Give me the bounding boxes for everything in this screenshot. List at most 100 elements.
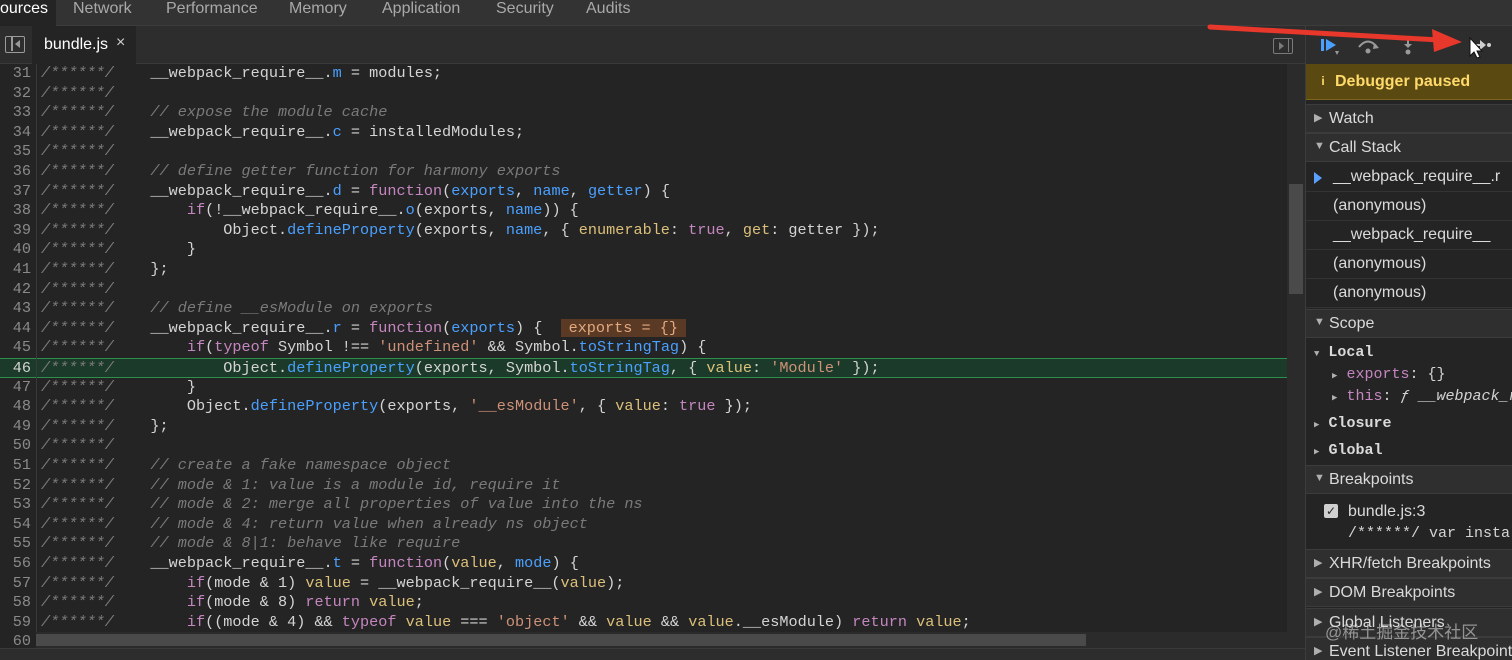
- code-line[interactable]: 31 /******/ __webpack_require__.m = modul…: [0, 64, 1305, 84]
- code-line[interactable]: 52 /******/ // mode & 1: value is a modul…: [0, 476, 1305, 496]
- call-frame[interactable]: __webpack_require__: [1306, 221, 1512, 250]
- line-number[interactable]: 57: [0, 574, 31, 594]
- call-frame[interactable]: (anonymous): [1306, 279, 1512, 308]
- line-number[interactable]: 54: [0, 515, 31, 535]
- tab-security[interactable]: Security: [496, 0, 554, 26]
- code-line[interactable]: 58 /******/ if(mode & 8) return value;: [0, 593, 1305, 613]
- code-line[interactable]: 48 /******/ Object.defineProperty(exports…: [0, 397, 1305, 417]
- code-line[interactable]: 49 /******/ };: [0, 417, 1305, 437]
- code-line[interactable]: 44 /******/ __webpack_require__.r = funct…: [0, 318, 1305, 339]
- line-number[interactable]: 55: [0, 534, 31, 554]
- code-line[interactable]: 41 /******/ };: [0, 260, 1305, 280]
- code-line[interactable]: 39 /******/ Object.defineProperty(exports…: [0, 221, 1305, 241]
- line-number[interactable]: 47: [0, 378, 31, 398]
- code-line[interactable]: 34 /******/ __webpack_require__.c = insta…: [0, 123, 1305, 143]
- tab-audits[interactable]: Audits: [586, 0, 630, 26]
- code-line[interactable]: 38 /******/ if(!__webpack_require__.o(exp…: [0, 201, 1305, 221]
- editor-tab-bundle-js[interactable]: bundle.js ×: [32, 26, 136, 64]
- code-line[interactable]: 37 /******/ __webpack_require__.d = funct…: [0, 182, 1305, 202]
- line-number[interactable]: 56: [0, 554, 31, 574]
- line-number[interactable]: 42: [0, 280, 31, 300]
- code-text: /******/ Object.defineProperty(exports, …: [41, 220, 880, 239]
- code-line[interactable]: 40 /******/ }: [0, 240, 1305, 260]
- resume-icon[interactable]: [1318, 34, 1342, 56]
- step-icon[interactable]: [1468, 34, 1492, 56]
- call-frame[interactable]: (anonymous): [1306, 250, 1512, 279]
- code-line[interactable]: 54 /******/ // mode & 4: return value whe…: [0, 515, 1305, 535]
- line-number[interactable]: 34: [0, 123, 31, 143]
- expand-arrow-icon: ▶: [1314, 645, 1323, 657]
- line-number[interactable]: 48: [0, 397, 31, 417]
- line-number[interactable]: 58: [0, 593, 31, 613]
- scope-var-exports[interactable]: ▶ exports: {}: [1332, 366, 1445, 383]
- section-dom-breakpoints[interactable]: ▶ DOM Breakpoints: [1306, 578, 1512, 607]
- code-line[interactable]: 32 /******/: [0, 84, 1305, 104]
- section-watch[interactable]: ▶ Watch: [1306, 104, 1512, 133]
- code-line[interactable]: 53 /******/ // mode & 2: merge all proper…: [0, 495, 1305, 515]
- horizontal-scrollbar-thumb[interactable]: [36, 634, 1086, 646]
- code-line[interactable]: 57 /******/ if(mode & 1) value = __webpac…: [0, 574, 1305, 594]
- tab-sources[interactable]: ources: [0, 0, 56, 26]
- code-text: /******/ // define __esModule on exports: [41, 299, 433, 318]
- code-line[interactable]: 33 /******/ // expose the module cache: [0, 103, 1305, 123]
- line-number[interactable]: 49: [0, 417, 31, 437]
- step-over-icon[interactable]: [1356, 34, 1380, 56]
- call-frame[interactable]: (anonymous): [1306, 192, 1512, 221]
- line-number[interactable]: 40: [0, 240, 31, 260]
- line-number[interactable]: 39: [0, 221, 31, 241]
- code-line-current[interactable]: 46 /******/ Object.defineProperty(exports…: [0, 358, 1305, 378]
- code-line[interactable]: 50 /******/: [0, 436, 1305, 456]
- code-line[interactable]: 59 /******/ if((mode & 4) && typeof value…: [0, 613, 1305, 633]
- breakpoint-location[interactable]: bundle.js:3: [1348, 503, 1425, 521]
- line-number[interactable]: 52: [0, 476, 31, 496]
- section-breakpoints[interactable]: ▼ Breakpoints: [1306, 465, 1512, 494]
- line-number[interactable]: 38: [0, 201, 31, 221]
- line-number[interactable]: 33: [0, 103, 31, 123]
- line-number[interactable]: 36: [0, 162, 31, 182]
- tab-application[interactable]: Application: [382, 0, 460, 26]
- step-into-icon[interactable]: [1396, 34, 1420, 56]
- code-line[interactable]: 35 /******/: [0, 142, 1305, 162]
- section-call-stack[interactable]: ▼ Call Stack: [1306, 133, 1512, 162]
- expand-arrow-icon: ▶: [1314, 616, 1323, 628]
- code-line[interactable]: 55 /******/ // mode & 8|1: behave like re…: [0, 534, 1305, 554]
- tab-memory[interactable]: Memory: [289, 0, 347, 26]
- code-line[interactable]: 51 /******/ // create a fake namespace ob…: [0, 456, 1305, 476]
- code-line[interactable]: 45 /******/ if(typeof Symbol !== 'undefin…: [0, 338, 1305, 358]
- call-frame[interactable]: __webpack_require__.r: [1306, 163, 1512, 192]
- line-number[interactable]: 53: [0, 495, 31, 515]
- line-number[interactable]: 35: [0, 142, 31, 162]
- breakpoint-checkbox[interactable]: ✓: [1324, 504, 1338, 518]
- code-line[interactable]: 43 /******/ // define __esModule on expor…: [0, 299, 1305, 319]
- line-number[interactable]: 44: [0, 319, 31, 339]
- vertical-scrollbar[interactable]: [1287, 64, 1305, 648]
- scope-closure[interactable]: ▶ Closure: [1314, 415, 1391, 432]
- toggle-debugger-sidebar-icon[interactable]: [1273, 38, 1293, 54]
- tab-performance[interactable]: Performance: [166, 0, 258, 26]
- tab-network[interactable]: Network: [73, 0, 132, 26]
- code-line[interactable]: 56 /******/ __webpack_require__.t = funct…: [0, 554, 1305, 574]
- code-line[interactable]: 47 /******/ }: [0, 378, 1305, 398]
- line-number[interactable]: 31: [0, 64, 31, 84]
- code-editor[interactable]: 31 /******/ __webpack_require__.m = modul…: [0, 64, 1305, 660]
- scope-local[interactable]: ▼ Local: [1314, 344, 1373, 361]
- scope-var-this[interactable]: ▶ this: ƒ __webpack_r: [1332, 388, 1512, 405]
- toggle-navigator-icon[interactable]: [5, 36, 25, 53]
- line-number[interactable]: 46: [0, 359, 31, 379]
- line-number[interactable]: 59: [0, 613, 31, 633]
- line-number[interactable]: 51: [0, 456, 31, 476]
- line-number[interactable]: 41: [0, 260, 31, 280]
- line-number[interactable]: 45: [0, 338, 31, 358]
- close-icon[interactable]: ×: [116, 34, 125, 52]
- scope-global[interactable]: ▶ Global: [1314, 442, 1382, 459]
- section-scope[interactable]: ▼ Scope: [1306, 309, 1512, 338]
- vertical-scrollbar-thumb[interactable]: [1289, 184, 1303, 294]
- line-number[interactable]: 50: [0, 436, 31, 456]
- code-line[interactable]: 36 /******/ // define getter function for…: [0, 162, 1305, 182]
- section-xhr-breakpoints[interactable]: ▶ XHR/fetch Breakpoints: [1306, 549, 1512, 578]
- code-line[interactable]: 42 /******/: [0, 280, 1305, 300]
- debugger-paused-banner: i Debugger paused: [1306, 64, 1512, 100]
- line-number[interactable]: 32: [0, 84, 31, 104]
- line-number[interactable]: 37: [0, 182, 31, 202]
- line-number[interactable]: 43: [0, 299, 31, 319]
